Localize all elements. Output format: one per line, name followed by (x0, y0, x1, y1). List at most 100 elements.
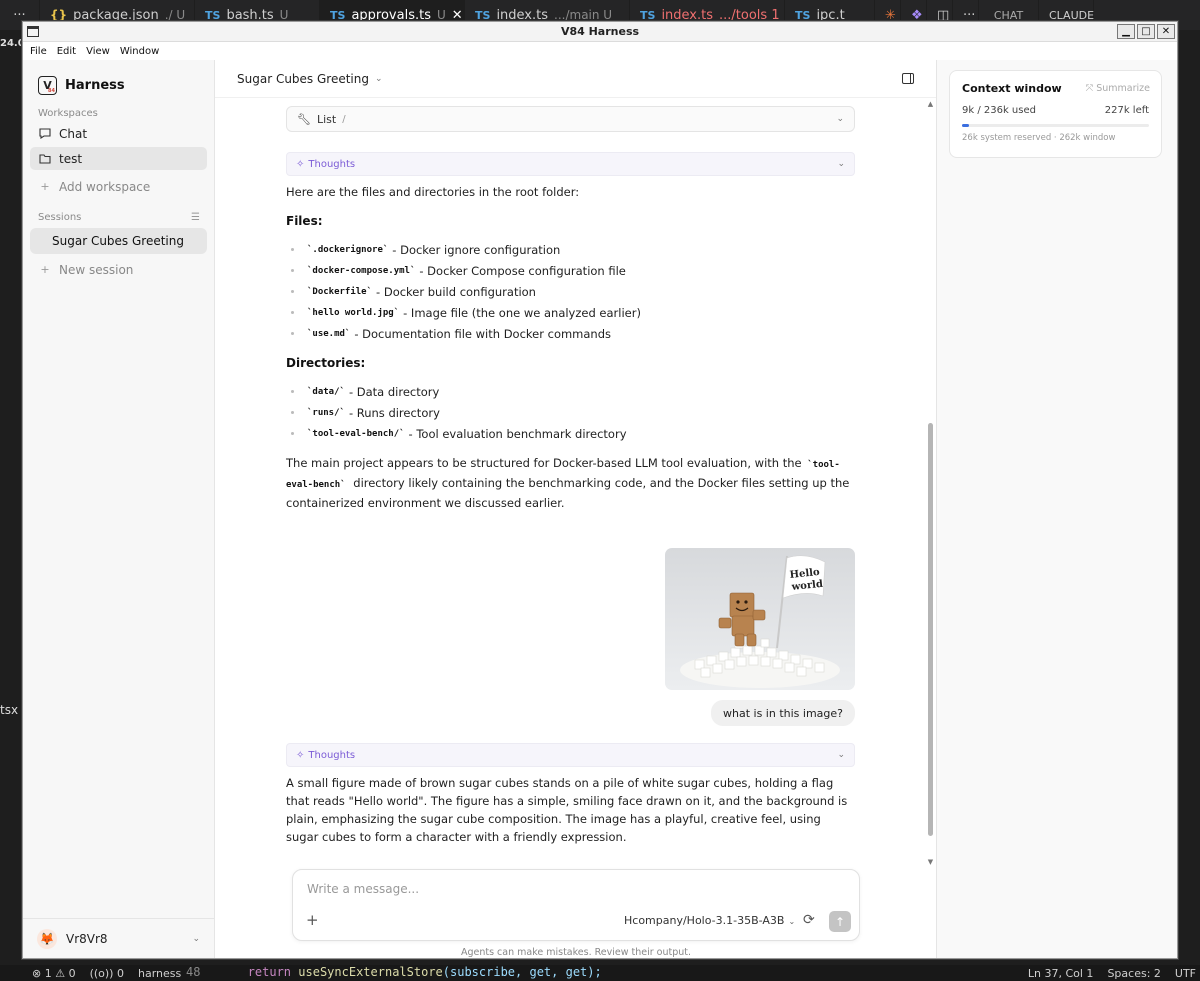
ports-indicator[interactable]: ((o)) 0 (90, 967, 124, 980)
add-workspace-label: Add workspace (59, 179, 151, 194)
chat-header: Sugar Cubes Greeting ⌄ (215, 60, 936, 98)
menu-bar: File Edit View Window (23, 42, 1177, 60)
close-button[interactable]: ✕ (1157, 24, 1175, 39)
thoughts-label: Thoughts (308, 749, 356, 761)
model-name: Hcompany/Holo-3.1-35B-A3B (624, 914, 785, 927)
chat-main: Sugar Cubes Greeting ⌄ 🔧︎ List / ⌄ ✧ Tho… (215, 60, 936, 958)
plus-icon: + (40, 263, 50, 276)
sidebar-item-label: Chat (59, 126, 88, 141)
problems-indicator[interactable]: ⊗ 1 ⚠ 0 (32, 967, 76, 980)
editor-left-strip: 24.0 tsx (0, 30, 25, 965)
section-label-text: Sessions (38, 211, 82, 223)
arrow-up-icon: ↑ (834, 914, 846, 929)
tab-status: .../main U (554, 8, 613, 22)
menu-window[interactable]: Window (120, 46, 159, 57)
minimize-button[interactable]: ▁ (1117, 24, 1135, 39)
context-footer: 26k system reserved · 262k window (962, 133, 1116, 143)
sidebar: V 84 Harness Workspaces Chat test + Add w… (23, 60, 215, 958)
harness-window: V84 Harness ▁ □ ✕ File Edit View Window … (22, 21, 1178, 959)
session-title[interactable]: Sugar Cubes Greeting (237, 72, 369, 86)
brand: V 84 Harness (23, 60, 214, 100)
user-menu[interactable]: 🦊 Vr8Vr8 ⌄ (23, 918, 214, 958)
chevron-down-icon: ⌄ (837, 750, 845, 760)
typescript-file-icon: TS (205, 8, 221, 22)
menu-edit[interactable]: Edit (57, 46, 76, 57)
indentation-indicator[interactable]: Spaces: 2 (1107, 967, 1160, 980)
context-left: 227k left (1104, 105, 1149, 116)
file-extension-label: tsx (0, 703, 19, 717)
context-panel: Context window ⤧ Summarize 9k / 236k use… (936, 60, 1177, 958)
tab-status: U (279, 8, 289, 22)
json-file-icon: {} (50, 8, 68, 22)
context-used: 9k / 236k used (962, 105, 1036, 116)
cursor-position[interactable]: Ln 37, Col 1 (1028, 967, 1094, 980)
code-args: (subscribe, get, get); (442, 965, 602, 979)
toggle-panel-icon[interactable] (902, 73, 914, 84)
code-line: 48 return useSyncExternalStore(subscribe… (186, 965, 602, 979)
plus-icon: + (40, 180, 50, 193)
tab-status: U (436, 8, 446, 22)
send-button[interactable]: ↑ (829, 911, 851, 932)
summarize-label: Summarize (1096, 83, 1150, 94)
new-session-button[interactable]: + New session (30, 258, 207, 281)
menu-view[interactable]: View (86, 46, 110, 57)
workspaces-label: Workspaces (23, 106, 214, 120)
chat-bubble-icon (39, 128, 51, 139)
session-label: Sugar Cubes Greeting (52, 234, 184, 248)
scrollbar[interactable]: ▲ ▼ (925, 100, 936, 870)
line-number: 48 (186, 965, 201, 979)
window-title: V84 Harness (560, 25, 640, 38)
message-list: 🔧︎ List / ⌄ ✧ Thoughts ⌄ Here are the fi… (215, 99, 925, 846)
maximize-button[interactable]: □ (1137, 24, 1155, 39)
encoding-indicator[interactable]: UTF (1175, 967, 1196, 980)
message-text: A small figure made of brown sugar cubes… (286, 776, 848, 844)
assistant-message: A small figure made of brown sugar cubes… (286, 774, 855, 846)
sidebar-item-label: test (59, 151, 83, 166)
filter-icon[interactable]: ☰ (191, 212, 200, 223)
user-name: Vr8Vr8 (66, 931, 108, 946)
fox-avatar-icon: 🦊 (37, 928, 57, 949)
add-workspace-button[interactable]: + Add workspace (30, 175, 207, 198)
context-window-card: Context window ⤧ Summarize 9k / 236k use… (949, 70, 1162, 158)
code-keyword: return (247, 965, 292, 979)
thoughts-toggle[interactable]: ✧ Thoughts ⌄ (286, 743, 855, 767)
user-message-column: what is in this image? (286, 99, 855, 739)
logo-subscript: 84 (48, 87, 55, 94)
new-session-label: New session (59, 262, 134, 277)
menu-file[interactable]: File (30, 46, 47, 57)
editor-right-strip (1176, 30, 1200, 965)
summarize-button[interactable]: ⤧ Summarize (1086, 83, 1150, 94)
sidebar-item-chat[interactable]: Chat (30, 122, 207, 145)
brand-name: Harness (65, 77, 125, 93)
compress-icon: ⤧ (1085, 83, 1097, 94)
section-label-text: Workspaces (38, 107, 98, 119)
typescript-file-icon: TS (795, 8, 811, 22)
context-usage-bar (962, 124, 1149, 127)
typescript-file-icon: TS (475, 8, 491, 22)
message-input[interactable] (307, 880, 827, 898)
branch-indicator[interactable]: harness (138, 967, 181, 980)
version-label: 24.0 (0, 38, 25, 49)
sessions-label: Sessions ☰ (23, 210, 214, 224)
scrollbar-thumb[interactable] (928, 423, 933, 836)
scroll-up-icon[interactable]: ▲ (925, 100, 936, 108)
session-item[interactable]: Sugar Cubes Greeting (30, 228, 207, 254)
typescript-file-icon: TS (330, 8, 346, 22)
context-usage-fill (962, 124, 970, 127)
typescript-file-icon: TS (640, 8, 656, 22)
disclaimer-text: Agents can make mistakes. Review their o… (460, 947, 692, 958)
harness-logo-icon: V 84 (38, 75, 57, 95)
scroll-down-icon[interactable]: ▼ (925, 858, 936, 866)
user-message-bubble: what is in this image? (711, 700, 855, 726)
chevron-down-icon[interactable]: ⌄ (375, 74, 383, 84)
composer: + Hcompany/Holo-3.1-35B-A3B⌄ ⟳ ↑ (292, 869, 860, 941)
code-function: useSyncExternalStore (298, 965, 443, 979)
sparkle-icon: ✧ (296, 749, 305, 761)
attach-plus-icon[interactable]: + (306, 911, 319, 929)
refresh-icon[interactable]: ⟳ (803, 912, 815, 928)
window-icon (27, 26, 39, 37)
model-selector[interactable]: Hcompany/Holo-3.1-35B-A3B ⌄ (624, 914, 795, 927)
sidebar-item-test[interactable]: test (30, 147, 207, 170)
folder-icon (39, 153, 51, 164)
tab-status: ./ U (164, 8, 186, 22)
